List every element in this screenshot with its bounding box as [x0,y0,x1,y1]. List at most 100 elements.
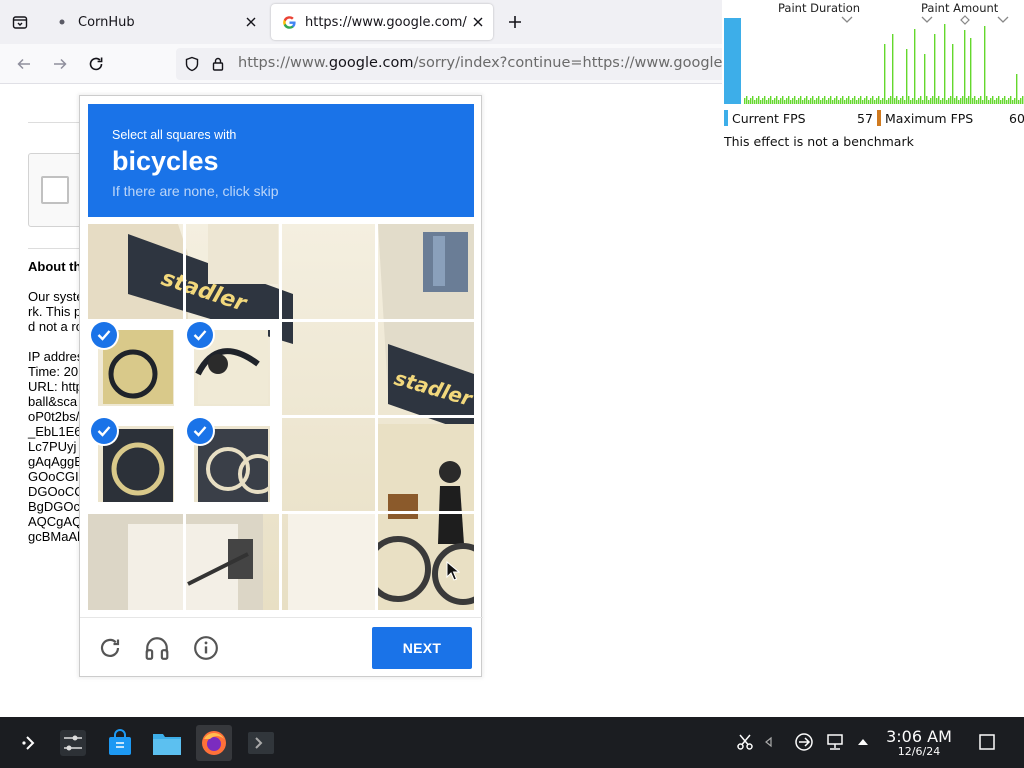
grid-tile[interactable] [280,416,376,512]
fps-graph-bar [952,44,954,104]
fps-graph-bar [948,98,950,104]
fps-graph-bar [980,96,982,104]
grid-tile[interactable] [88,224,184,320]
fps-graph-bar [816,98,818,104]
fps-graph-bar [962,96,964,104]
fps-graph-bar [1020,98,1022,104]
fps-graph-bar [880,100,882,104]
fps-graph-bar [956,96,958,104]
fps-graph-bar [900,98,902,104]
about-line: URL: http [28,379,83,394]
clock-date[interactable]: 12/6/24 [884,745,954,758]
discover-app[interactable] [102,725,138,761]
about-line [28,334,84,349]
fps-graph-bar [844,100,846,104]
back-button[interactable] [10,50,38,78]
fps-graph-bar [826,100,828,104]
fps-graph-bar [828,98,830,104]
tab-google-sorry[interactable]: https://www.google.com/s [271,4,493,40]
fps-graph-bar [940,100,942,104]
fps-graph-bar [780,98,782,104]
konsole-app[interactable] [243,725,279,761]
selected-check-icon [187,418,213,444]
wired-network-icon[interactable] [824,731,846,753]
fps-graph-bar [970,38,972,104]
next-button[interactable]: NEXT [372,627,472,669]
fps-graph-bar [862,100,864,104]
fps-graph-bar [810,98,812,104]
grid-tile[interactable] [280,320,376,416]
fps-graph-bar [1022,96,1024,104]
fps-graph-bar [896,96,898,104]
tab-title: https://www.google.com/s [305,14,467,30]
fps-graph-bar [814,100,816,104]
fps-graph-bar [1014,98,1016,104]
tray-expand-chevron-up-icon[interactable] [852,731,874,753]
fps-graph-bar [798,98,800,104]
tracking-protection-shield-icon[interactable] [182,54,202,74]
list-all-tabs-button[interactable] [6,8,34,36]
fps-graph-bar [946,100,948,104]
reload-button[interactable] [82,50,110,78]
fps-graph-bar [786,98,788,104]
reload-challenge-button[interactable] [95,633,125,663]
grid-tile[interactable] [184,512,280,610]
instruction-text: Select all squares with [112,128,237,142]
fps-graph-bar [924,54,926,104]
fps-graph-bar [910,100,912,104]
screenshot-tool-icon[interactable] [734,731,756,753]
fps-graph-bar [912,98,914,104]
about-line: ball&sca [28,394,78,409]
fps-graph-bar [778,100,780,104]
grid-tile[interactable] [280,224,376,320]
tab-list-icon [12,16,28,29]
fps-graph-bar [1010,96,1012,104]
network-switch-icon[interactable] [793,731,815,753]
info-icon [194,636,218,660]
fps-graph-bar [944,24,946,104]
about-line: _EbL1E6 [28,424,82,439]
grid-tile[interactable] [88,512,184,610]
tab-dot-icon [54,14,70,30]
fps-graph-bar [936,98,938,104]
close-icon[interactable] [467,11,489,33]
fps-graph-bar [756,98,758,104]
fps-graph-bar [930,98,932,104]
fps-graph-bar [926,96,928,104]
dolphin-app[interactable] [149,725,185,761]
fps-graph-bar [920,96,922,104]
lock-icon[interactable] [208,54,228,74]
fps-graph-bar [960,98,962,104]
close-icon[interactable] [240,11,262,33]
fps-graph-bar [868,100,870,104]
fps-graph-bar [908,96,910,104]
volume-icon[interactable] [758,731,780,753]
tab-cornhub[interactable]: CornHub [44,4,266,40]
url-bar[interactable]: https://www.google.com/sorry/index?conti… [176,48,816,80]
recaptcha-checkbox[interactable] [41,176,69,204]
url-text[interactable]: https://www.google.com/sorry/index?conti… [238,55,722,71]
firefox-app[interactable] [196,725,232,761]
fps-graph-bar [790,100,792,104]
fps-graph-bar [864,98,866,104]
help-button[interactable] [191,633,221,663]
new-tab-button[interactable] [502,8,528,36]
application-launcher-button[interactable] [12,725,48,761]
clock-time[interactable]: 3:06 AM [884,727,954,746]
audio-challenge-button[interactable] [142,633,172,663]
fps-graph-bar [1002,98,1004,104]
fps-graph-bar [760,100,762,104]
fps-graph-bar [792,98,794,104]
forward-button[interactable] [46,50,74,78]
grid-tile[interactable] [376,416,474,512]
fps-graph-bar [882,98,884,104]
system-settings-app[interactable] [55,725,91,761]
grid-tile[interactable] [280,512,376,610]
grid-tile[interactable] [184,224,280,320]
fps-graph-bar [934,34,936,104]
grid-tile[interactable] [376,320,474,416]
grid-tile[interactable] [376,224,474,320]
show-desktop-icon[interactable] [976,731,998,753]
fps-graph-bar [796,100,798,104]
current-fps-label: Current FPS [732,111,806,126]
